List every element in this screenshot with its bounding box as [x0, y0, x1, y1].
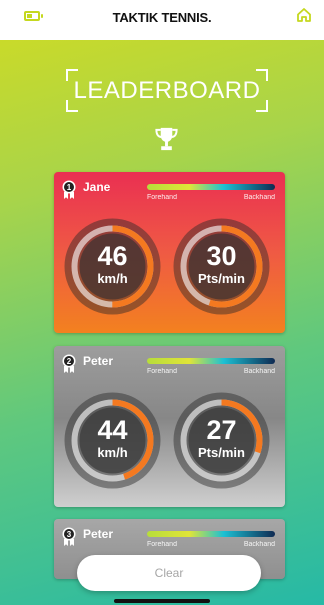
trophy-icon — [155, 127, 178, 151]
rank-badge-icon: 3 — [62, 527, 76, 546]
title-frame: LEADERBOARD — [66, 69, 268, 112]
rank-number: 2 — [67, 357, 72, 366]
rank-number: 1 — [67, 183, 72, 192]
leaderboard-card-1[interactable]: 1 Jane Forehand Backhand 46 km/h 30 Pts/… — [54, 172, 285, 333]
stroke-balance-bar — [147, 184, 275, 190]
speed-gauge: 44 km/h — [62, 390, 163, 491]
backhand-label: Backhand — [243, 368, 275, 375]
clear-button-label: Clear — [154, 566, 184, 580]
leaderboard-card-2[interactable]: 2 Peter Forehand Backhand 44 km/h 27 Pts… — [54, 346, 285, 507]
points-rate-gauge: 30 Pts/min — [171, 216, 272, 317]
page-title: LEADERBOARD — [73, 77, 261, 104]
stroke-balance-bar — [147, 531, 275, 537]
forehand-label: Forehand — [147, 368, 177, 375]
rank-badge-icon: 2 — [62, 354, 76, 373]
home-icon[interactable] — [296, 7, 312, 23]
home-indicator — [114, 599, 210, 603]
top-bar: TAKTIK TENNIS. — [0, 0, 324, 40]
rank-badge-icon: 1 — [62, 180, 76, 199]
rank-number: 3 — [67, 530, 72, 539]
speed-value: 44 — [97, 415, 128, 445]
clear-button[interactable]: Clear — [77, 555, 261, 591]
speed-unit: km/h — [97, 445, 128, 460]
stroke-balance-bar — [147, 358, 275, 364]
forehand-label: Forehand — [147, 194, 177, 201]
rate-value: 27 — [206, 415, 237, 445]
speed-gauge: 46 km/h — [62, 216, 163, 317]
points-rate-gauge: 27 Pts/min — [171, 390, 272, 491]
player-name: Peter — [83, 527, 114, 541]
forehand-label: Forehand — [147, 541, 177, 548]
player-name: Peter — [83, 354, 114, 368]
speed-value: 46 — [97, 241, 128, 271]
rate-unit: Pts/min — [198, 271, 245, 286]
rate-value: 30 — [206, 241, 237, 271]
rate-unit: Pts/min — [198, 445, 245, 460]
app-brand: TAKTIK TENNIS. — [112, 10, 212, 25]
backhand-label: Backhand — [243, 541, 275, 548]
leaderboard-screen: LEADERBOARD 1 Jane Forehand Backhand 46 … — [0, 40, 324, 605]
speed-unit: km/h — [97, 271, 128, 286]
backhand-label: Backhand — [243, 194, 275, 201]
player-name: Jane — [83, 180, 111, 194]
